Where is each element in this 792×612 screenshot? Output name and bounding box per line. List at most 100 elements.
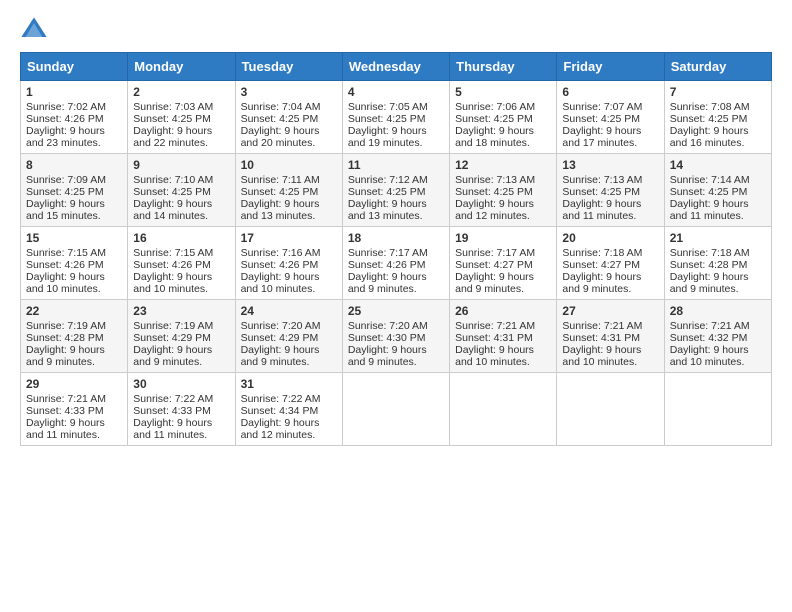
sunset-label: Sunset: 4:33 PM: [26, 405, 104, 417]
daylight-label: Daylight: 9 hours and 23 minutes.: [26, 125, 105, 149]
daylight-label: Daylight: 9 hours and 9 minutes.: [670, 271, 749, 295]
calendar-day-cell: 5 Sunrise: 7:06 AM Sunset: 4:25 PM Dayli…: [450, 81, 557, 154]
sunset-label: Sunset: 4:31 PM: [562, 332, 640, 344]
sunrise-label: Sunrise: 7:22 AM: [133, 393, 213, 405]
sunset-label: Sunset: 4:25 PM: [348, 186, 426, 198]
sunset-label: Sunset: 4:26 PM: [133, 259, 211, 271]
day-number: 18: [348, 231, 444, 245]
day-header-monday: Monday: [128, 53, 235, 81]
daylight-label: Daylight: 9 hours and 9 minutes.: [133, 344, 212, 368]
calendar-day-cell: 29 Sunrise: 7:21 AM Sunset: 4:33 PM Dayl…: [21, 373, 128, 446]
calendar-day-cell: 4 Sunrise: 7:05 AM Sunset: 4:25 PM Dayli…: [342, 81, 449, 154]
sunset-label: Sunset: 4:30 PM: [348, 332, 426, 344]
day-header-sunday: Sunday: [21, 53, 128, 81]
day-number: 9: [133, 158, 229, 172]
sunset-label: Sunset: 4:31 PM: [455, 332, 533, 344]
day-number: 2: [133, 85, 229, 99]
calendar-day-cell: 22 Sunrise: 7:19 AM Sunset: 4:28 PM Dayl…: [21, 300, 128, 373]
day-number: 13: [562, 158, 658, 172]
calendar-day-cell: 28 Sunrise: 7:21 AM Sunset: 4:32 PM Dayl…: [664, 300, 771, 373]
daylight-label: Daylight: 9 hours and 9 minutes.: [348, 344, 427, 368]
calendar-day-cell: 12 Sunrise: 7:13 AM Sunset: 4:25 PM Dayl…: [450, 154, 557, 227]
daylight-label: Daylight: 9 hours and 22 minutes.: [133, 125, 212, 149]
daylight-label: Daylight: 9 hours and 13 minutes.: [241, 198, 320, 222]
calendar-week-row: 15 Sunrise: 7:15 AM Sunset: 4:26 PM Dayl…: [21, 227, 772, 300]
daylight-label: Daylight: 9 hours and 10 minutes.: [670, 344, 749, 368]
logo-icon: [20, 16, 48, 44]
day-number: 28: [670, 304, 766, 318]
calendar-day-cell: 15 Sunrise: 7:15 AM Sunset: 4:26 PM Dayl…: [21, 227, 128, 300]
daylight-label: Daylight: 9 hours and 9 minutes.: [348, 271, 427, 295]
calendar-day-cell: 10 Sunrise: 7:11 AM Sunset: 4:25 PM Dayl…: [235, 154, 342, 227]
sunset-label: Sunset: 4:26 PM: [241, 259, 319, 271]
daylight-label: Daylight: 9 hours and 12 minutes.: [241, 417, 320, 441]
calendar-day-cell: 1 Sunrise: 7:02 AM Sunset: 4:26 PM Dayli…: [21, 81, 128, 154]
page-header: [20, 16, 772, 44]
sunset-label: Sunset: 4:25 PM: [455, 186, 533, 198]
calendar-week-row: 8 Sunrise: 7:09 AM Sunset: 4:25 PM Dayli…: [21, 154, 772, 227]
sunrise-label: Sunrise: 7:21 AM: [670, 320, 750, 332]
sunrise-label: Sunrise: 7:05 AM: [348, 101, 428, 113]
sunset-label: Sunset: 4:25 PM: [670, 113, 748, 125]
day-number: 12: [455, 158, 551, 172]
calendar-day-cell: 9 Sunrise: 7:10 AM Sunset: 4:25 PM Dayli…: [128, 154, 235, 227]
sunrise-label: Sunrise: 7:20 AM: [241, 320, 321, 332]
daylight-label: Daylight: 9 hours and 9 minutes.: [562, 271, 641, 295]
calendar-week-row: 29 Sunrise: 7:21 AM Sunset: 4:33 PM Dayl…: [21, 373, 772, 446]
daylight-label: Daylight: 9 hours and 12 minutes.: [455, 198, 534, 222]
sunset-label: Sunset: 4:25 PM: [26, 186, 104, 198]
calendar-header-row: SundayMondayTuesdayWednesdayThursdayFrid…: [21, 53, 772, 81]
sunrise-label: Sunrise: 7:19 AM: [133, 320, 213, 332]
sunset-label: Sunset: 4:26 PM: [348, 259, 426, 271]
daylight-label: Daylight: 9 hours and 9 minutes.: [26, 344, 105, 368]
calendar-day-cell: 17 Sunrise: 7:16 AM Sunset: 4:26 PM Dayl…: [235, 227, 342, 300]
day-number: 8: [26, 158, 122, 172]
calendar-day-cell: 6 Sunrise: 7:07 AM Sunset: 4:25 PM Dayli…: [557, 81, 664, 154]
daylight-label: Daylight: 9 hours and 11 minutes.: [670, 198, 749, 222]
calendar-day-cell: [557, 373, 664, 446]
daylight-label: Daylight: 9 hours and 11 minutes.: [133, 417, 212, 441]
calendar-day-cell: [342, 373, 449, 446]
daylight-label: Daylight: 9 hours and 18 minutes.: [455, 125, 534, 149]
sunset-label: Sunset: 4:33 PM: [133, 405, 211, 417]
day-number: 20: [562, 231, 658, 245]
day-number: 6: [562, 85, 658, 99]
sunset-label: Sunset: 4:27 PM: [455, 259, 533, 271]
calendar-week-row: 1 Sunrise: 7:02 AM Sunset: 4:26 PM Dayli…: [21, 81, 772, 154]
sunrise-label: Sunrise: 7:09 AM: [26, 174, 106, 186]
day-number: 5: [455, 85, 551, 99]
calendar-day-cell: [664, 373, 771, 446]
sunset-label: Sunset: 4:25 PM: [241, 113, 319, 125]
sunset-label: Sunset: 4:25 PM: [455, 113, 533, 125]
sunrise-label: Sunrise: 7:18 AM: [670, 247, 750, 259]
day-number: 10: [241, 158, 337, 172]
calendar-day-cell: 7 Sunrise: 7:08 AM Sunset: 4:25 PM Dayli…: [664, 81, 771, 154]
sunrise-label: Sunrise: 7:15 AM: [26, 247, 106, 259]
sunrise-label: Sunrise: 7:04 AM: [241, 101, 321, 113]
sunrise-label: Sunrise: 7:12 AM: [348, 174, 428, 186]
day-number: 1: [26, 85, 122, 99]
calendar-day-cell: [450, 373, 557, 446]
sunset-label: Sunset: 4:34 PM: [241, 405, 319, 417]
sunrise-label: Sunrise: 7:20 AM: [348, 320, 428, 332]
daylight-label: Daylight: 9 hours and 10 minutes.: [26, 271, 105, 295]
calendar-day-cell: 16 Sunrise: 7:15 AM Sunset: 4:26 PM Dayl…: [128, 227, 235, 300]
day-number: 27: [562, 304, 658, 318]
calendar-day-cell: 18 Sunrise: 7:17 AM Sunset: 4:26 PM Dayl…: [342, 227, 449, 300]
sunset-label: Sunset: 4:25 PM: [133, 186, 211, 198]
calendar-day-cell: 23 Sunrise: 7:19 AM Sunset: 4:29 PM Dayl…: [128, 300, 235, 373]
calendar-day-cell: 11 Sunrise: 7:12 AM Sunset: 4:25 PM Dayl…: [342, 154, 449, 227]
sunrise-label: Sunrise: 7:22 AM: [241, 393, 321, 405]
sunrise-label: Sunrise: 7:18 AM: [562, 247, 642, 259]
sunset-label: Sunset: 4:26 PM: [26, 113, 104, 125]
day-number: 7: [670, 85, 766, 99]
day-number: 3: [241, 85, 337, 99]
day-number: 14: [670, 158, 766, 172]
daylight-label: Daylight: 9 hours and 11 minutes.: [26, 417, 105, 441]
day-number: 30: [133, 377, 229, 391]
day-header-tuesday: Tuesday: [235, 53, 342, 81]
sunrise-label: Sunrise: 7:17 AM: [455, 247, 535, 259]
day-number: 29: [26, 377, 122, 391]
day-number: 16: [133, 231, 229, 245]
day-number: 19: [455, 231, 551, 245]
